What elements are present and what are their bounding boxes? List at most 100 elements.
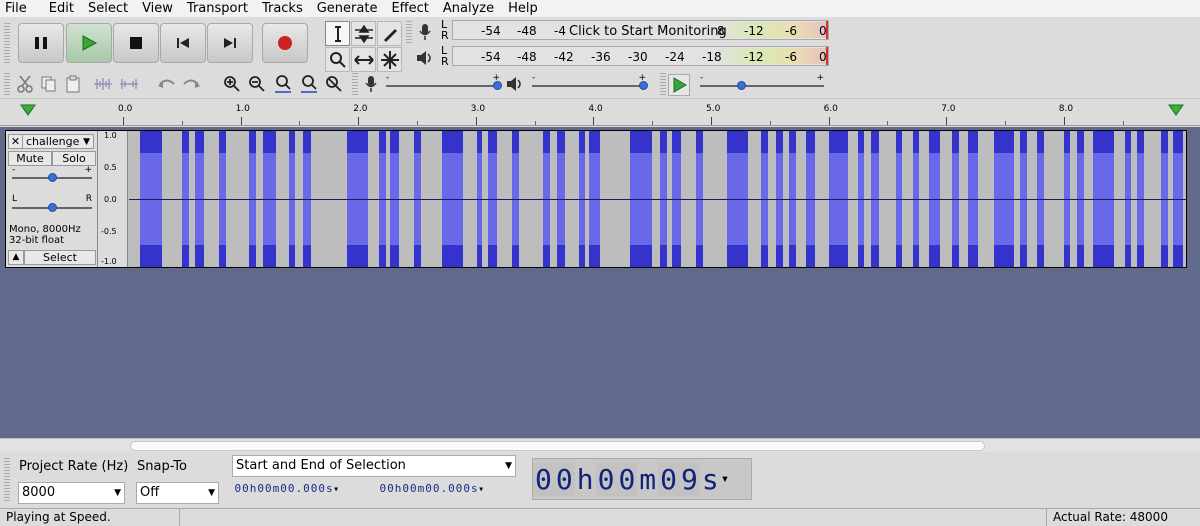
snap-to-select[interactable]: Off ▼: [136, 482, 219, 504]
draw-tool-icon: [383, 28, 397, 42]
meter-tick: 0: [819, 24, 827, 38]
toolbar-grip[interactable]: [4, 23, 10, 63]
chevron-down-icon: ▼: [505, 461, 512, 471]
menu-view[interactable]: View: [135, 0, 180, 17]
fit-project-button[interactable]: [298, 73, 320, 95]
scrollbar-thumb[interactable]: [130, 441, 985, 451]
waveform-display[interactable]: [129, 131, 1186, 267]
audio-track[interactable]: ✕ challenge ▼ Mute Solo - + L R Mono, 80…: [5, 130, 1187, 268]
menu-tracks[interactable]: Tracks: [255, 0, 310, 17]
redo-icon: [183, 79, 200, 88]
selection-end-time[interactable]: 00h00m00.000s▾: [379, 482, 485, 500]
playback-speed-slider[interactable]: - +: [700, 73, 824, 90]
menu-help[interactable]: Help: [501, 0, 545, 17]
selection-tool-button[interactable]: [325, 21, 350, 46]
fit-selection-button[interactable]: [272, 73, 294, 95]
record-meter-button[interactable]: [414, 21, 436, 43]
start-monitoring-prompt[interactable]: Click to Start Monitoring: [569, 24, 727, 39]
timeline-ruler[interactable]: 0.0 1.0 2.0 3.0 4.0 5.0 6.0 7.0 8.0: [0, 100, 1200, 126]
slider-thumb[interactable]: [737, 81, 746, 90]
toolbar-grip[interactable]: [660, 73, 666, 95]
horizontal-scrollbar[interactable]: [0, 438, 1200, 452]
time-digit: .: [295, 482, 303, 495]
meter-tick: -48: [517, 50, 537, 64]
record-button[interactable]: [262, 23, 308, 63]
record-icon: [278, 36, 292, 50]
pause-button[interactable]: [18, 23, 64, 63]
chevron-down-icon[interactable]: ▾: [478, 484, 484, 495]
microphone-icon: [419, 24, 431, 40]
play-head-start-icon[interactable]: [20, 104, 36, 116]
menu-analyze[interactable]: Analyze: [436, 0, 501, 17]
stop-button[interactable]: [113, 23, 159, 63]
ruler-label: 6.0: [823, 104, 838, 114]
zoom-out-button[interactable]: [246, 73, 268, 95]
toolbar-grip[interactable]: [406, 21, 412, 43]
ruler-tick: [358, 117, 360, 125]
redo-button[interactable]: [180, 73, 202, 95]
audio-position-display[interactable]: 0 0 h 0 0 m 0 9 s ▾: [532, 458, 752, 500]
meter-tick: -12: [744, 50, 764, 64]
slider-thumb[interactable]: [48, 203, 57, 212]
menu-bar: File Edit Select View Transport Tracks Generat…: [0, 0, 1200, 17]
selection-mode-select[interactable]: Start and End of Selection ▼: [232, 455, 516, 477]
project-rate-select[interactable]: 8000 ▼: [18, 482, 125, 504]
draw-tool-button[interactable]: [377, 21, 402, 46]
status-bar: Playing at Speed. Actual Rate: 48000: [0, 508, 1200, 526]
record-meter[interactable]: -54 -48 -4 Click to Start Monitoring 8 -…: [452, 20, 829, 40]
mute-button[interactable]: Mute: [8, 151, 52, 166]
envelope-tool-button[interactable]: [351, 21, 376, 46]
skip-to-end-button[interactable]: [207, 23, 253, 63]
menu-select[interactable]: Select: [81, 0, 135, 17]
play-button[interactable]: [66, 23, 112, 63]
playback-volume-slider[interactable]: - +: [532, 73, 648, 90]
playback-meter[interactable]: -54 -48 -42 -36 -30 -24 -18 -12 -6 0: [452, 46, 829, 66]
track-name-menu[interactable]: challenge: [23, 135, 83, 148]
track-panel[interactable]: ✕ challenge ▼ Mute Solo - + L R Mono, 80…: [0, 127, 1200, 438]
ruler-label: 0.0: [118, 104, 133, 114]
select-track-button[interactable]: Select: [24, 250, 96, 265]
slider-thumb[interactable]: [48, 173, 57, 182]
track-control-panel: ✕ challenge ▼ Mute Solo - + L R Mono, 80…: [6, 131, 98, 267]
zoom-in-button[interactable]: [221, 73, 243, 95]
chevron-down-icon[interactable]: ▾: [333, 484, 339, 495]
close-track-button[interactable]: ✕: [9, 135, 23, 148]
cut-button[interactable]: [14, 73, 36, 95]
paste-button[interactable]: [62, 73, 84, 95]
multi-tool-button[interactable]: [377, 47, 402, 72]
menu-transport[interactable]: Transport: [180, 0, 255, 17]
ruler-label: 7.0: [941, 104, 956, 114]
chevron-down-icon[interactable]: ▾: [721, 471, 729, 487]
skip-to-start-button[interactable]: [160, 23, 206, 63]
slider-thumb[interactable]: [493, 81, 502, 90]
play-head-end-icon[interactable]: [1168, 104, 1184, 116]
slider-thumb[interactable]: [639, 81, 648, 90]
copy-button[interactable]: [38, 73, 60, 95]
toolbar-grip[interactable]: [4, 458, 10, 502]
menu-effect[interactable]: Effect: [384, 0, 435, 17]
undo-button[interactable]: [156, 73, 178, 95]
zoom-tool-button[interactable]: [325, 47, 350, 72]
gain-slider[interactable]: - +: [12, 165, 92, 182]
pan-slider[interactable]: L R: [12, 194, 92, 212]
silence-button[interactable]: [118, 73, 140, 95]
selection-tool-icon: [334, 25, 341, 42]
menu-generate[interactable]: Generate: [310, 0, 385, 17]
toolbar-grip[interactable]: [352, 73, 358, 95]
zoom-out-icon: [249, 76, 265, 92]
chevron-down-icon: ▼: [114, 488, 121, 498]
recording-volume-slider[interactable]: - +: [386, 73, 502, 90]
meter-tick: -6: [785, 50, 797, 64]
playback-meter-button[interactable]: [414, 47, 436, 69]
stop-icon: [130, 37, 142, 49]
selection-start-time[interactable]: 00h00m00.000s▾: [234, 482, 340, 500]
solo-button[interactable]: Solo: [52, 151, 96, 166]
menu-file[interactable]: File: [0, 0, 42, 17]
collapse-track-button[interactable]: ▲: [8, 250, 24, 265]
zoom-toggle-button[interactable]: [323, 73, 345, 95]
toolbar-grip[interactable]: [4, 73, 10, 95]
play-at-speed-button[interactable]: [668, 74, 690, 96]
trim-button[interactable]: [92, 73, 114, 95]
timeshift-tool-button[interactable]: [351, 47, 376, 72]
menu-edit[interactable]: Edit: [42, 0, 81, 17]
